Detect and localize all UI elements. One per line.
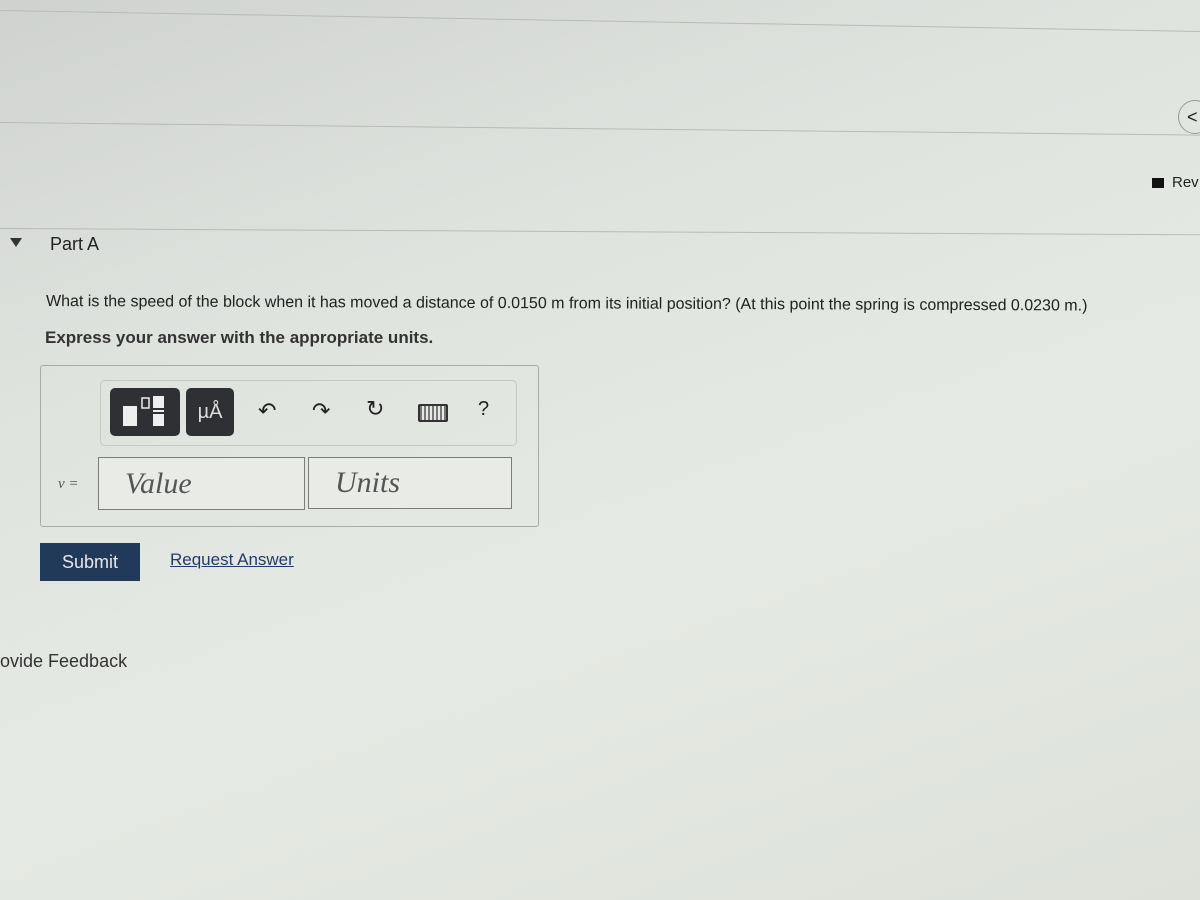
instruction-text: Express your answer with the appropriate… [45,328,434,347]
units-input[interactable]: Units [308,457,512,509]
variable-label: v = [58,476,79,492]
review-icon [1152,177,1164,188]
part-toggle[interactable] [10,238,22,247]
templates-button[interactable] [110,388,180,436]
question-text: What is the speed of the block when it h… [45,293,1088,315]
review-link[interactable]: Rev [1152,174,1199,191]
provide-feedback-link[interactable]: ovide Feedback [0,651,127,672]
units-button[interactable]: µÅ [186,388,234,436]
value-input[interactable]: Value [98,457,305,510]
part-title: Part A [50,234,100,254]
reset-icon[interactable]: ↻ [366,396,384,422]
redo-icon[interactable]: ↷ [312,398,330,424]
chevron-left-icon: < [1187,106,1198,127]
request-answer-link[interactable]: Request Answer [170,550,294,570]
undo-icon[interactable]: ↶ [258,398,276,424]
submit-button[interactable]: Submit [40,543,140,581]
templates-icon [123,396,164,426]
keyboard-icon[interactable] [418,404,448,422]
back-button[interactable]: < [1178,100,1200,134]
help-button[interactable]: ? [478,398,489,421]
